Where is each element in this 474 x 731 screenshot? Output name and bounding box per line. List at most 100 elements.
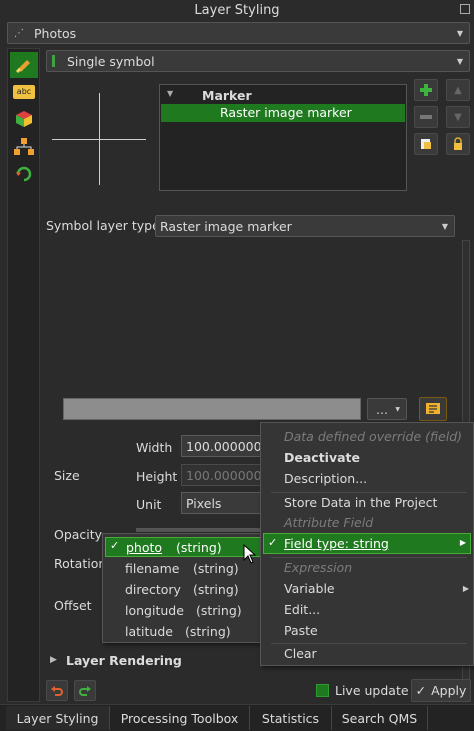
- field-menu-item-directory[interactable]: directory (string): [103, 579, 263, 599]
- dd-menu-field-type[interactable]: ✓ Field type: string ▶: [263, 533, 471, 554]
- chevron-down-icon: ▼: [456, 56, 463, 66]
- add-symbol-layer-button[interactable]: [414, 79, 438, 101]
- dd-menu-header: Data defined override (field): [284, 428, 463, 444]
- tree-marker-node[interactable]: Marker: [202, 88, 252, 103]
- width-label: Width: [136, 440, 173, 455]
- symbol-layer-type-value: Raster image marker: [160, 218, 292, 234]
- symbol-preview: [52, 93, 146, 185]
- opacity-label: Opacity: [54, 527, 103, 542]
- chevron-down-icon: ▼: [456, 28, 463, 38]
- symbology-tab-icon[interactable]: [10, 52, 38, 78]
- tab-statistics[interactable]: Statistics: [250, 706, 332, 730]
- move-down-button[interactable]: ▼: [446, 106, 470, 128]
- renderer-select-value: Single symbol: [67, 53, 155, 69]
- dd-menu-variable-label: Variable: [284, 580, 335, 596]
- width-input[interactable]: 100.000000: [181, 435, 263, 457]
- dd-menu-deactivate[interactable]: Deactivate: [261, 447, 473, 467]
- redo-button[interactable]: [74, 680, 96, 701]
- field-menu-item-filename[interactable]: filename (string): [103, 558, 263, 578]
- 3d-view-tab-icon[interactable]: [14, 109, 34, 132]
- undo-button[interactable]: [46, 680, 68, 701]
- symbol-layer-tree[interactable]: ▼ Marker Raster image marker: [159, 84, 407, 191]
- layer-rendering-expand-icon[interactable]: ▶: [50, 655, 57, 665]
- tree-raster-marker-label: Raster image marker: [220, 105, 352, 120]
- lock-layer-button[interactable]: [446, 133, 470, 155]
- field-name: photo: [126, 540, 163, 555]
- labels-tab-icon[interactable]: abc: [13, 85, 35, 99]
- move-up-button[interactable]: ▲: [446, 79, 470, 101]
- live-update-checkbox[interactable]: [316, 684, 329, 697]
- layer-select-value: Photos: [34, 25, 77, 41]
- data-defined-menu: Data defined override (field) Deactivate…: [260, 422, 474, 666]
- tree-raster-marker-node[interactable]: Raster image marker: [161, 104, 405, 122]
- apply-button-label: Apply: [431, 683, 467, 698]
- field-type: (string): [196, 602, 242, 618]
- field-menu-item-longitude[interactable]: longitude (string): [103, 600, 263, 620]
- symbol-layer-type-label: Symbol layer type: [46, 218, 160, 233]
- height-input-value: 100.000000: [186, 468, 262, 483]
- layer-select[interactable]: ⋰ Photos ▼: [7, 22, 470, 44]
- field-type: (string): [185, 623, 231, 639]
- field-type: (string): [176, 540, 222, 555]
- dd-menu-expression: Expression: [284, 559, 353, 575]
- check-icon: ✓: [268, 536, 278, 549]
- field-name: filename: [125, 560, 180, 576]
- image-path-field[interactable]: [63, 398, 361, 420]
- live-update-label: Live update: [335, 683, 409, 698]
- unit-label: Unit: [136, 497, 162, 512]
- size-label: Size: [54, 468, 80, 483]
- submenu-arrow-icon: ▶: [459, 538, 466, 547]
- field-name: directory: [125, 581, 181, 597]
- height-input[interactable]: 100.000000: [181, 464, 263, 486]
- undock-icon[interactable]: [460, 4, 470, 14]
- field-name: longitude: [125, 602, 184, 618]
- field-type: (string): [193, 581, 239, 597]
- field-name: latitude: [125, 623, 173, 639]
- remove-symbol-layer-button[interactable]: [414, 106, 438, 128]
- dd-menu-paste[interactable]: Paste: [261, 620, 473, 640]
- diagrams-tab-icon[interactable]: [13, 137, 35, 160]
- tab-layer-styling[interactable]: Layer Styling: [6, 706, 110, 730]
- dd-menu-field-type-label: Field type: string: [284, 536, 389, 551]
- dd-menu-variable[interactable]: Variable ▶: [261, 578, 473, 598]
- submenu-arrow-icon: ▶: [462, 583, 469, 593]
- arrow-down-icon: ▼: [454, 111, 462, 123]
- arrow-up-icon: ▲: [454, 84, 462, 96]
- tab-processing-toolbox[interactable]: Processing Toolbox: [110, 706, 250, 730]
- dd-menu-description[interactable]: Description...: [261, 468, 473, 488]
- height-label: Height: [136, 469, 178, 484]
- field-menu-item-latitude[interactable]: latitude (string): [103, 621, 263, 641]
- window-title: Layer Styling: [194, 3, 280, 18]
- mouse-cursor-icon: [243, 543, 257, 567]
- point-layer-icon: ⋰: [14, 27, 24, 39]
- tree-expand-icon[interactable]: ▼: [167, 89, 173, 98]
- tab-search-qms[interactable]: Search QMS: [332, 706, 428, 730]
- data-defined-override-button[interactable]: [419, 397, 447, 421]
- renderer-select[interactable]: Single symbol ▼: [46, 50, 470, 72]
- layer-rendering-header[interactable]: Layer Rendering: [66, 653, 182, 668]
- history-tab-icon[interactable]: [14, 164, 34, 187]
- opacity-slider[interactable]: [136, 528, 262, 532]
- unit-select-value: Pixels: [186, 496, 222, 511]
- dd-menu-attribute-field: Attribute Field: [284, 514, 374, 530]
- check-icon: ✓: [415, 683, 427, 698]
- dd-menu-clear[interactable]: Clear: [261, 643, 473, 663]
- field-menu-item-photo[interactable]: ✓ photo (string): [105, 537, 261, 557]
- dd-menu-edit[interactable]: Edit...: [261, 599, 473, 619]
- single-symbol-icon: [52, 55, 62, 67]
- symbol-layer-type-select[interactable]: Raster image marker ▼: [155, 215, 455, 237]
- width-input-value: 100.000000: [186, 439, 262, 454]
- unit-select[interactable]: Pixels: [181, 492, 263, 514]
- check-icon: ✓: [110, 539, 120, 552]
- style-sidebar: abc: [7, 48, 40, 702]
- chevron-down-icon: ▼: [395, 405, 400, 413]
- apply-button[interactable]: ✓ Apply: [411, 679, 471, 702]
- rotation-label: Rotation: [54, 556, 107, 571]
- dd-menu-store-data[interactable]: Store Data in the Project: [261, 492, 473, 512]
- chevron-down-icon: ▼: [441, 221, 448, 231]
- field-type: (string): [193, 560, 239, 576]
- minus-icon: [420, 115, 432, 119]
- offset-label: Offset: [54, 598, 92, 613]
- duplicate-layer-button[interactable]: [414, 133, 438, 155]
- browse-button[interactable]: ... ▼: [367, 398, 407, 420]
